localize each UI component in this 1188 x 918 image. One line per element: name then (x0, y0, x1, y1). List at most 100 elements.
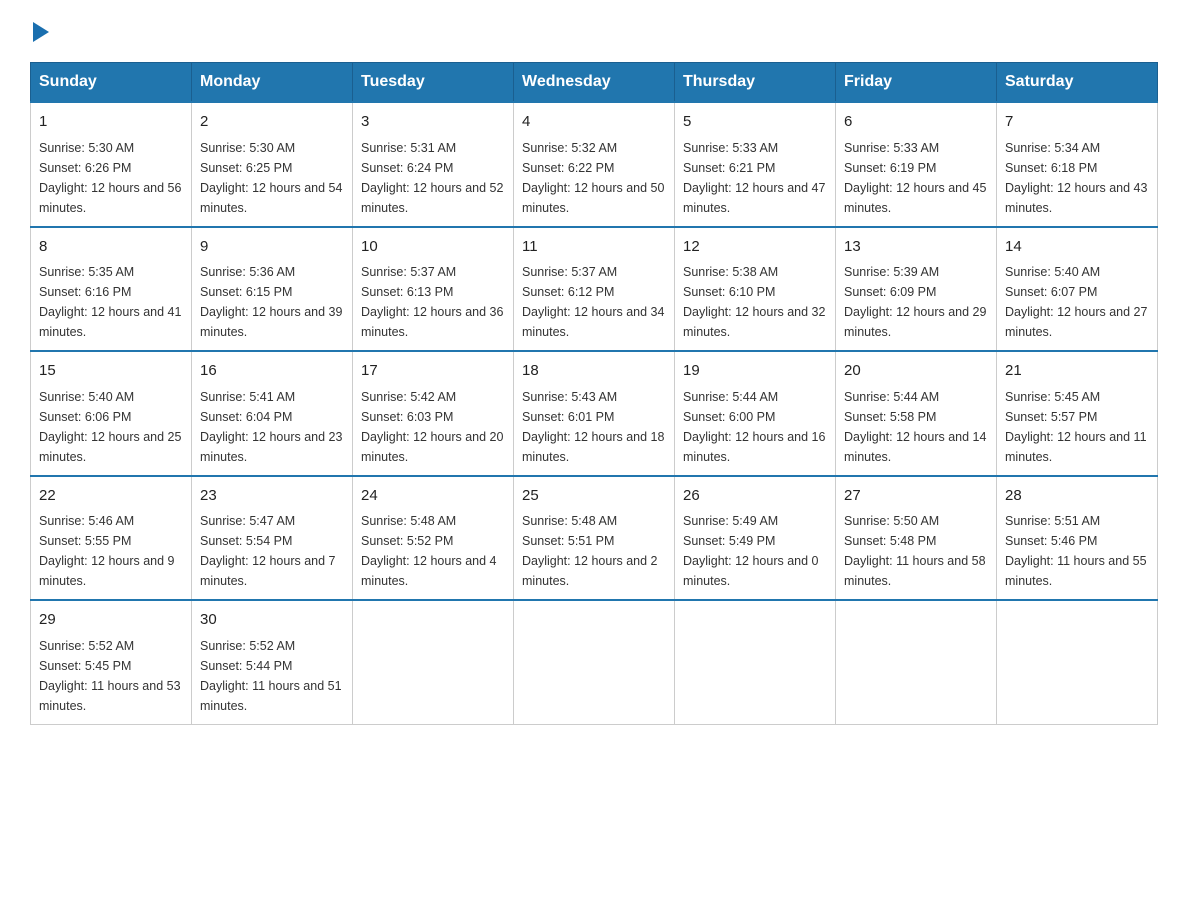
day-number: 10 (361, 236, 505, 259)
day-number: 5 (683, 111, 827, 134)
day-info: Sunrise: 5:37 AMSunset: 6:13 PMDaylight:… (361, 265, 503, 339)
day-info: Sunrise: 5:41 AMSunset: 6:04 PMDaylight:… (200, 390, 342, 464)
day-info: Sunrise: 5:46 AMSunset: 5:55 PMDaylight:… (39, 514, 175, 588)
day-info: Sunrise: 5:45 AMSunset: 5:57 PMDaylight:… (1005, 390, 1147, 464)
day-info: Sunrise: 5:42 AMSunset: 6:03 PMDaylight:… (361, 390, 503, 464)
header-row: SundayMondayTuesdayWednesdayThursdayFrid… (31, 63, 1158, 103)
day-cell (675, 600, 836, 724)
header-wednesday: Wednesday (514, 63, 675, 103)
day-cell: 5 Sunrise: 5:33 AMSunset: 6:21 PMDayligh… (675, 102, 836, 227)
day-number: 27 (844, 485, 988, 508)
day-cell: 7 Sunrise: 5:34 AMSunset: 6:18 PMDayligh… (997, 102, 1158, 227)
day-cell: 10 Sunrise: 5:37 AMSunset: 6:13 PMDaylig… (353, 227, 514, 352)
day-cell: 21 Sunrise: 5:45 AMSunset: 5:57 PMDaylig… (997, 351, 1158, 476)
day-info: Sunrise: 5:40 AMSunset: 6:06 PMDaylight:… (39, 390, 181, 464)
day-info: Sunrise: 5:40 AMSunset: 6:07 PMDaylight:… (1005, 265, 1147, 339)
day-info: Sunrise: 5:44 AMSunset: 6:00 PMDaylight:… (683, 390, 825, 464)
day-cell: 30 Sunrise: 5:52 AMSunset: 5:44 PMDaylig… (192, 600, 353, 724)
day-cell: 13 Sunrise: 5:39 AMSunset: 6:09 PMDaylig… (836, 227, 997, 352)
calendar-table: SundayMondayTuesdayWednesdayThursdayFrid… (30, 62, 1158, 725)
day-cell: 20 Sunrise: 5:44 AMSunset: 5:58 PMDaylig… (836, 351, 997, 476)
day-info: Sunrise: 5:35 AMSunset: 6:16 PMDaylight:… (39, 265, 181, 339)
day-cell (997, 600, 1158, 724)
day-number: 18 (522, 360, 666, 383)
day-number: 11 (522, 236, 666, 259)
day-number: 21 (1005, 360, 1149, 383)
day-info: Sunrise: 5:32 AMSunset: 6:22 PMDaylight:… (522, 141, 664, 215)
day-cell: 12 Sunrise: 5:38 AMSunset: 6:10 PMDaylig… (675, 227, 836, 352)
day-info: Sunrise: 5:49 AMSunset: 5:49 PMDaylight:… (683, 514, 819, 588)
day-info: Sunrise: 5:48 AMSunset: 5:52 PMDaylight:… (361, 514, 497, 588)
day-number: 7 (1005, 111, 1149, 134)
day-info: Sunrise: 5:30 AMSunset: 6:25 PMDaylight:… (200, 141, 342, 215)
day-info: Sunrise: 5:50 AMSunset: 5:48 PMDaylight:… (844, 514, 986, 588)
header-saturday: Saturday (997, 63, 1158, 103)
week-row-5: 29 Sunrise: 5:52 AMSunset: 5:45 PMDaylig… (31, 600, 1158, 724)
day-cell: 16 Sunrise: 5:41 AMSunset: 6:04 PMDaylig… (192, 351, 353, 476)
day-cell: 28 Sunrise: 5:51 AMSunset: 5:46 PMDaylig… (997, 476, 1158, 601)
day-number: 14 (1005, 236, 1149, 259)
day-number: 30 (200, 609, 344, 632)
day-number: 2 (200, 111, 344, 134)
day-number: 22 (39, 485, 183, 508)
day-cell: 11 Sunrise: 5:37 AMSunset: 6:12 PMDaylig… (514, 227, 675, 352)
day-cell: 25 Sunrise: 5:48 AMSunset: 5:51 PMDaylig… (514, 476, 675, 601)
day-info: Sunrise: 5:44 AMSunset: 5:58 PMDaylight:… (844, 390, 986, 464)
day-info: Sunrise: 5:47 AMSunset: 5:54 PMDaylight:… (200, 514, 336, 588)
day-number: 12 (683, 236, 827, 259)
day-cell: 1 Sunrise: 5:30 AMSunset: 6:26 PMDayligh… (31, 102, 192, 227)
day-number: 26 (683, 485, 827, 508)
day-number: 19 (683, 360, 827, 383)
day-cell: 26 Sunrise: 5:49 AMSunset: 5:49 PMDaylig… (675, 476, 836, 601)
logo (30, 20, 49, 42)
day-number: 29 (39, 609, 183, 632)
header-sunday: Sunday (31, 63, 192, 103)
day-info: Sunrise: 5:31 AMSunset: 6:24 PMDaylight:… (361, 141, 503, 215)
day-info: Sunrise: 5:37 AMSunset: 6:12 PMDaylight:… (522, 265, 664, 339)
week-row-3: 15 Sunrise: 5:40 AMSunset: 6:06 PMDaylig… (31, 351, 1158, 476)
day-info: Sunrise: 5:52 AMSunset: 5:44 PMDaylight:… (200, 639, 342, 713)
day-number: 13 (844, 236, 988, 259)
header-tuesday: Tuesday (353, 63, 514, 103)
day-number: 1 (39, 111, 183, 134)
day-number: 8 (39, 236, 183, 259)
header-monday: Monday (192, 63, 353, 103)
day-cell: 24 Sunrise: 5:48 AMSunset: 5:52 PMDaylig… (353, 476, 514, 601)
day-info: Sunrise: 5:39 AMSunset: 6:09 PMDaylight:… (844, 265, 986, 339)
day-info: Sunrise: 5:43 AMSunset: 6:01 PMDaylight:… (522, 390, 664, 464)
day-number: 4 (522, 111, 666, 134)
header-thursday: Thursday (675, 63, 836, 103)
day-number: 25 (522, 485, 666, 508)
day-cell (353, 600, 514, 724)
week-row-2: 8 Sunrise: 5:35 AMSunset: 6:16 PMDayligh… (31, 227, 1158, 352)
day-number: 9 (200, 236, 344, 259)
day-number: 3 (361, 111, 505, 134)
day-number: 17 (361, 360, 505, 383)
day-cell: 9 Sunrise: 5:36 AMSunset: 6:15 PMDayligh… (192, 227, 353, 352)
day-cell (836, 600, 997, 724)
day-info: Sunrise: 5:36 AMSunset: 6:15 PMDaylight:… (200, 265, 342, 339)
day-number: 15 (39, 360, 183, 383)
day-info: Sunrise: 5:51 AMSunset: 5:46 PMDaylight:… (1005, 514, 1147, 588)
day-cell: 14 Sunrise: 5:40 AMSunset: 6:07 PMDaylig… (997, 227, 1158, 352)
day-number: 20 (844, 360, 988, 383)
day-cell: 29 Sunrise: 5:52 AMSunset: 5:45 PMDaylig… (31, 600, 192, 724)
day-cell (514, 600, 675, 724)
day-cell: 27 Sunrise: 5:50 AMSunset: 5:48 PMDaylig… (836, 476, 997, 601)
day-cell: 19 Sunrise: 5:44 AMSunset: 6:00 PMDaylig… (675, 351, 836, 476)
week-row-1: 1 Sunrise: 5:30 AMSunset: 6:26 PMDayligh… (31, 102, 1158, 227)
day-number: 6 (844, 111, 988, 134)
day-info: Sunrise: 5:38 AMSunset: 6:10 PMDaylight:… (683, 265, 825, 339)
day-number: 23 (200, 485, 344, 508)
day-number: 24 (361, 485, 505, 508)
day-info: Sunrise: 5:33 AMSunset: 6:19 PMDaylight:… (844, 141, 986, 215)
page-header (30, 20, 1158, 42)
day-info: Sunrise: 5:33 AMSunset: 6:21 PMDaylight:… (683, 141, 825, 215)
day-cell: 22 Sunrise: 5:46 AMSunset: 5:55 PMDaylig… (31, 476, 192, 601)
day-cell: 3 Sunrise: 5:31 AMSunset: 6:24 PMDayligh… (353, 102, 514, 227)
header-friday: Friday (836, 63, 997, 103)
day-cell: 18 Sunrise: 5:43 AMSunset: 6:01 PMDaylig… (514, 351, 675, 476)
day-info: Sunrise: 5:48 AMSunset: 5:51 PMDaylight:… (522, 514, 658, 588)
logo-arrow-icon (33, 22, 49, 42)
day-cell: 15 Sunrise: 5:40 AMSunset: 6:06 PMDaylig… (31, 351, 192, 476)
